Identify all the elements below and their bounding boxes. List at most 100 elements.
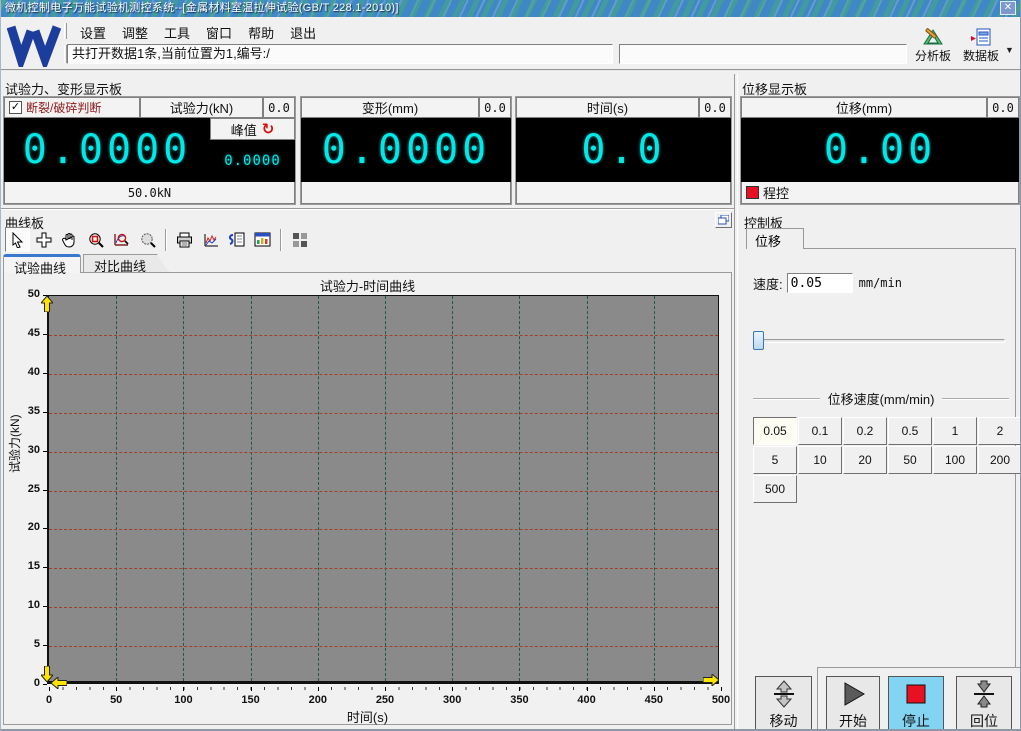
menu-item[interactable]: 调整	[115, 21, 155, 41]
speed-preset-button[interactable]: 0.1	[798, 417, 842, 445]
speed-preset-button[interactable]: 5	[753, 446, 797, 474]
print-button[interactable]	[172, 227, 197, 252]
float-panel-button[interactable]	[715, 212, 732, 228]
menu-item[interactable]: 窗口	[199, 21, 239, 41]
tab-test-curve[interactable]: 试验曲线	[3, 254, 81, 273]
speed-unit: mm/min	[859, 276, 902, 290]
speed-preset-button[interactable]: 50	[888, 446, 932, 474]
close-button[interactable]: ✕	[1000, 1, 1016, 15]
displacement-corner-value: 0.0	[987, 97, 1019, 118]
deform-footer	[301, 182, 511, 204]
analysis-board-button[interactable]: 分析板	[909, 28, 957, 64]
y-tick	[43, 528, 47, 529]
toolbar-more-chevron[interactable]: ▼	[1005, 45, 1014, 55]
h-gridline	[49, 646, 718, 647]
pan-cross-button[interactable]	[31, 227, 56, 252]
time-display: 时间(s) 0.0 0.0	[515, 96, 732, 205]
time-header: 时间(s)	[516, 97, 699, 118]
speed-preset-button[interactable]: 20	[843, 446, 887, 474]
status-secondary-field	[619, 44, 907, 64]
x-min-cursor-icon[interactable]	[51, 677, 67, 689]
hand-pan-button[interactable]	[57, 227, 82, 252]
x-tick	[519, 687, 520, 691]
tab-compare-curve[interactable]: 对比曲线	[83, 254, 169, 273]
curve-tabs: 试验曲线 对比曲线	[3, 254, 169, 273]
menu-item[interactable]: 帮助	[241, 21, 281, 41]
stop-label: 停止	[902, 711, 930, 731]
displacement-display: 位移(mm) 0.0 0.00 程控	[740, 96, 1020, 205]
speed-preset-button[interactable]: 1	[933, 417, 977, 445]
break-judge-checkbox[interactable]: ✓ 断裂/破碎判断	[4, 97, 140, 118]
speed-preset-button[interactable]: 10	[798, 446, 842, 474]
menu-item[interactable]: 工具	[157, 21, 197, 41]
y-tick	[43, 451, 47, 452]
zoom-curve-icon	[114, 232, 130, 248]
x-tick-label: 200	[300, 694, 336, 706]
x-tick-label: 100	[165, 694, 201, 706]
select-cursor-button[interactable]	[5, 227, 30, 252]
x-axis-label: 时间(s)	[4, 707, 731, 726]
zoom-region-button[interactable]	[83, 227, 108, 252]
select-cursor-icon	[10, 232, 26, 248]
data-board-button[interactable]: 数据板	[957, 28, 1005, 64]
speed-preset-button[interactable]: 0.2	[843, 417, 887, 445]
plot-area[interactable]	[47, 295, 719, 684]
slider-handle[interactable]	[753, 331, 764, 350]
y-tick	[43, 373, 47, 374]
title-bar: 微机控制电子万能试验机测控系统--[金属材料室温拉伸试验(GB/T 228.1-…	[1, 0, 1020, 17]
x-tick-label: 150	[233, 694, 269, 706]
curve-style-button[interactable]	[198, 227, 223, 252]
displacement-value-display: 0.00	[741, 118, 1019, 182]
data-window-button[interactable]	[250, 227, 275, 252]
x-tick	[654, 687, 655, 691]
x-tick	[385, 687, 386, 691]
menu-item[interactable]: 退出	[283, 21, 323, 41]
speed-preset-button[interactable]: 2	[978, 417, 1021, 445]
speed-slider[interactable]	[753, 331, 1005, 350]
speed-preset-button[interactable]: 0.5	[888, 417, 932, 445]
hand-pan-icon	[62, 232, 78, 248]
copy-curve-button[interactable]	[224, 227, 249, 252]
h-gridline	[49, 529, 718, 530]
slider-track[interactable]	[753, 339, 1005, 343]
pan-cross-icon	[36, 232, 52, 248]
restore-window-icon	[718, 215, 729, 225]
speed-preset-button[interactable]: 200	[978, 446, 1021, 474]
x-max-cursor-icon[interactable]	[703, 674, 719, 686]
home-button[interactable]: 回位	[956, 676, 1012, 731]
menu-item[interactable]: 设置	[73, 21, 113, 41]
y-tick	[43, 334, 47, 335]
force-display: ✓ 断裂/破碎判断 试验力(kN) 0.0 0.0000 峰值 ↻ 0.0000…	[3, 96, 296, 205]
speed-input[interactable]	[787, 273, 853, 293]
peak-refresh-icon[interactable]: ↻	[262, 120, 275, 138]
y-tick	[43, 490, 47, 491]
start-button[interactable]: 开始	[826, 676, 880, 731]
x-tick-label: 300	[434, 694, 470, 706]
y-tick-label: 15	[6, 560, 40, 572]
speed-label: 速度:	[753, 274, 783, 293]
y-tick-label: 35	[6, 405, 40, 417]
y-tick-label: 0	[6, 677, 40, 689]
data-board-label: 数据板	[963, 47, 999, 64]
grid-pattern-button[interactable]	[287, 227, 312, 252]
checkbox-check-icon[interactable]: ✓	[9, 101, 22, 114]
speed-preset-button[interactable]: 500	[753, 475, 797, 503]
h-gridline	[49, 335, 718, 336]
zoom-curve-button[interactable]	[109, 227, 134, 252]
tab-displacement[interactable]: 位移	[746, 228, 804, 249]
program-control-label: 程控	[763, 183, 789, 202]
menu-grip	[64, 23, 67, 39]
speed-preset-button[interactable]: 0.05	[753, 417, 797, 445]
speed-group-label: 位移速度(mm/min)	[828, 389, 935, 408]
h-gridline	[49, 607, 718, 608]
stop-button[interactable]: 停止	[888, 676, 944, 731]
magnifier-button[interactable]	[135, 227, 160, 252]
move-button[interactable]: 移动	[755, 676, 812, 731]
y-max-cursor-icon[interactable]	[41, 296, 53, 312]
x-tick	[183, 687, 184, 691]
y-tick-label: 10	[6, 599, 40, 611]
speed-preset-grid: 0.050.10.20.512 5102050100200 500	[753, 417, 1021, 503]
y-tick	[43, 295, 47, 296]
deform-header: 变形(mm)	[301, 97, 479, 118]
speed-preset-button[interactable]: 100	[933, 446, 977, 474]
